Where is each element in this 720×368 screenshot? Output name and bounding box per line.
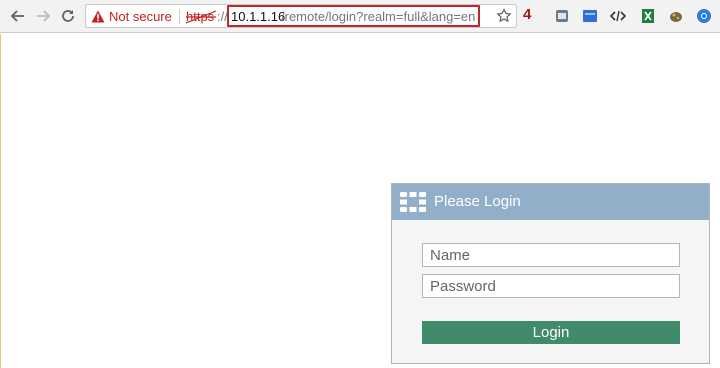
password-input[interactable] — [422, 274, 680, 298]
login-header: Please Login — [392, 184, 709, 220]
page-edge — [0, 34, 1, 368]
reload-button[interactable] — [58, 6, 78, 26]
url-path: /remote/login?realm=full&lang=en — [281, 9, 476, 24]
star-icon[interactable] — [496, 8, 512, 24]
extension-window-icon[interactable] — [554, 8, 570, 24]
extension-puzzle-icon[interactable] — [668, 8, 684, 24]
login-button[interactable]: Login — [422, 321, 680, 344]
arrow-right-icon — [37, 10, 51, 22]
login-panel: Please Login Login — [391, 183, 710, 364]
url-host: 10.1.1.16 — [231, 9, 286, 24]
warning-triangle-icon — [91, 10, 105, 23]
extension-blue-icon[interactable] — [582, 8, 598, 24]
address-bar[interactable]: Not secure https :// 10.1.1.16 /remote/l… — [85, 4, 517, 28]
address-separator — [179, 9, 180, 24]
annotation-number: 4 — [523, 6, 532, 23]
fortinet-grid-icon — [400, 192, 426, 212]
browser-toolbar: Not secure https :// 10.1.1.16 /remote/l… — [0, 0, 720, 33]
reload-icon — [62, 10, 74, 22]
extension-chrome-icon[interactable] — [696, 8, 712, 24]
login-title: Please Login — [434, 193, 521, 210]
name-input[interactable] — [422, 243, 680, 267]
extension-code-icon[interactable] — [610, 8, 626, 24]
forward-button[interactable] — [33, 6, 53, 26]
back-button[interactable] — [8, 6, 28, 26]
arrow-left-icon — [10, 10, 24, 22]
scheme-strikethrough — [186, 10, 216, 24]
extension-green-icon[interactable] — [640, 8, 656, 24]
security-label[interactable]: Not secure — [109, 8, 172, 25]
